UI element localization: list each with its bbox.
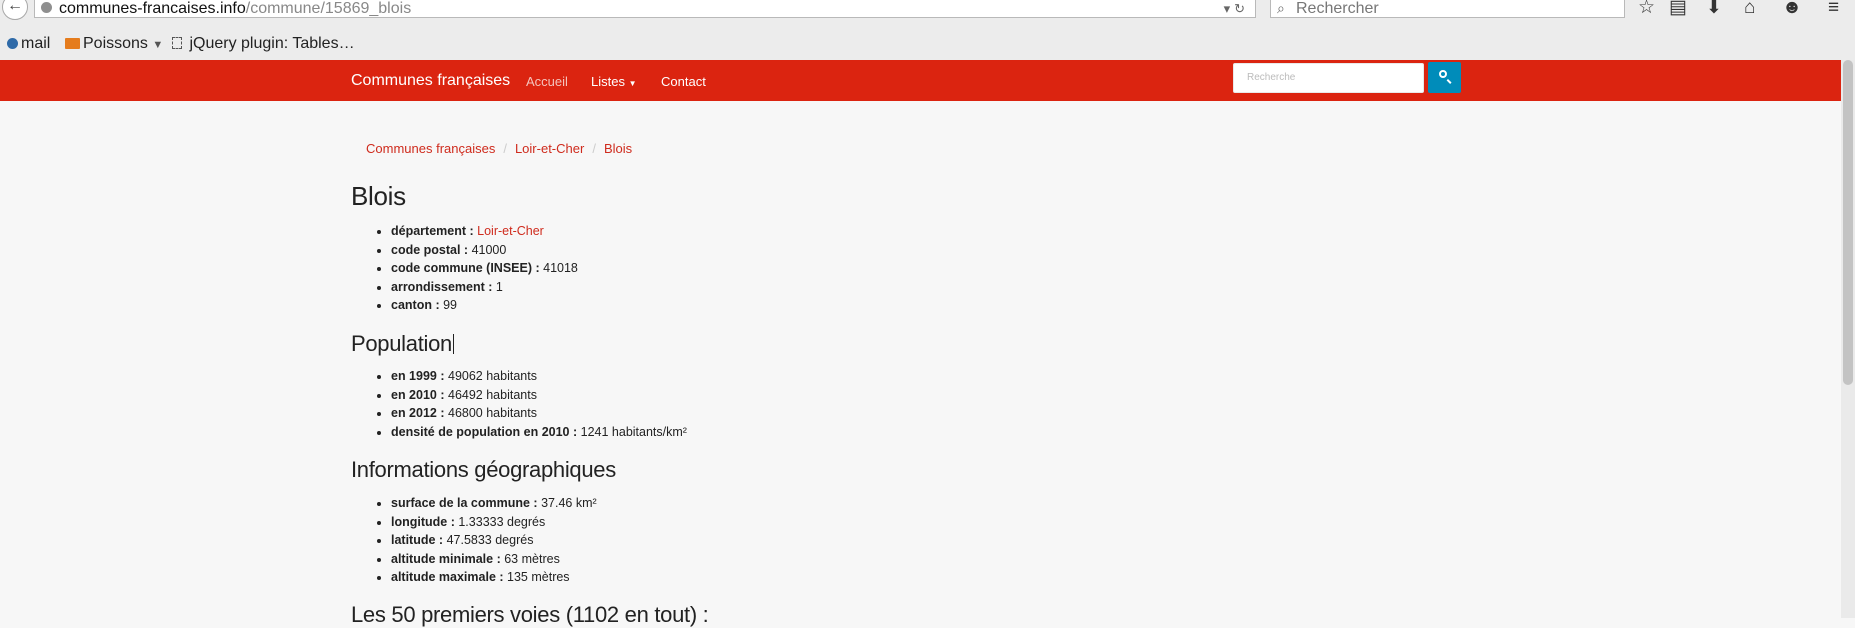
download-icon[interactable]: ⬇ [1706,0,1722,18]
home-icon[interactable]: ⌂ [1744,0,1755,18]
page-title: Blois [351,181,406,211]
url-bar[interactable]: communes-francaises.info/commune/15869_b… [34,0,1256,18]
list-item: département : Loir-et-Cher [391,222,578,241]
breadcrumb-departement[interactable]: Loir-et-Cher [515,141,584,156]
site-search-input[interactable]: Recherche [1233,63,1424,93]
list-item: altitude maximale : 135 mètres [391,568,597,587]
bookmark-star-icon[interactable]: ☆ [1638,0,1655,18]
back-button[interactable]: ← [2,0,28,20]
reading-list-icon[interactable]: ▤ [1669,0,1687,18]
list-item: longitude : 1.33333 degrés [391,513,597,532]
population-heading: Population [351,331,454,356]
browser-search-placeholder: Rechercher [1296,0,1379,17]
nav-listes[interactable]: Listes ▼ [591,74,637,89]
list-item: en 2010 : 46492 habitants [391,386,687,405]
nav-accueil[interactable]: Accueil [526,74,568,89]
list-item: code postal : 41000 [391,241,578,260]
list-item: latitude : 47.5833 degrés [391,531,597,550]
browser-chrome: ← communes-francaises.info/commune/15869… [0,0,1855,60]
list-item: canton : 99 [391,296,578,315]
site-search-button[interactable] [1428,62,1461,93]
departement-link[interactable]: Loir-et-Cher [477,224,544,238]
breadcrumb: Communes françaises / Loir-et-Cher / Blois [366,141,633,156]
voies-heading: Les 50 premiers voies (1102 en tout) : [351,602,709,627]
geo-heading: Informations géographiques [351,457,616,482]
globe-icon [41,2,52,13]
search-icon: ⌕ [1277,0,1285,16]
page-scrollbar[interactable] [1841,60,1855,618]
list-item: en 2012 : 46800 habitants [391,404,687,423]
menu-icon[interactable]: ≡ [1828,0,1839,18]
scrollbar-thumb[interactable] [1843,60,1853,385]
bookmark-mail[interactable]: mail [7,35,50,53]
bookmark-jquery[interactable]: jQuery plugin: Tables… [172,35,355,53]
search-icon [1439,70,1447,78]
population-list: en 1999 : 49062 habitants en 2010 : 4649… [370,367,687,441]
list-item: altitude minimale : 63 mètres [391,550,597,569]
url-text: communes-francaises.info/commune/15869_b… [59,0,412,17]
list-item: surface de la commune : 37.46 km² [391,494,597,513]
reload-icon[interactable]: ▾↻ [1224,0,1249,17]
browser-search-box[interactable]: ⌕ Rechercher [1270,0,1625,18]
text-cursor [452,334,454,354]
nav-contact[interactable]: Contact [661,74,706,89]
list-item: en 1999 : 49062 habitants [391,367,687,386]
info-list: département : Loir-et-Cher code postal :… [370,222,578,315]
mail-icon [7,38,18,49]
list-item: code commune (INSEE) : 41018 [391,259,578,278]
folder-icon [65,38,80,49]
page-icon [172,37,182,49]
site-navbar: Communes françaises Accueil Listes ▼ Con… [0,60,1841,101]
list-item: densité de population en 2010 : 1241 hab… [391,423,687,442]
brand-link[interactable]: Communes françaises [351,72,510,90]
chevron-down-icon: ▼ [152,39,164,51]
caret-down-icon: ▼ [628,79,637,88]
list-item: arrondissement : 1 [391,278,578,297]
bookmark-poissons[interactable]: Poissons ▼ [65,35,163,53]
breadcrumb-current[interactable]: Blois [604,141,632,156]
geo-list: surface de la commune : 37.46 km² longit… [370,494,597,587]
breadcrumb-home[interactable]: Communes françaises [366,141,495,156]
chat-icon[interactable]: ☻ [1782,0,1802,18]
